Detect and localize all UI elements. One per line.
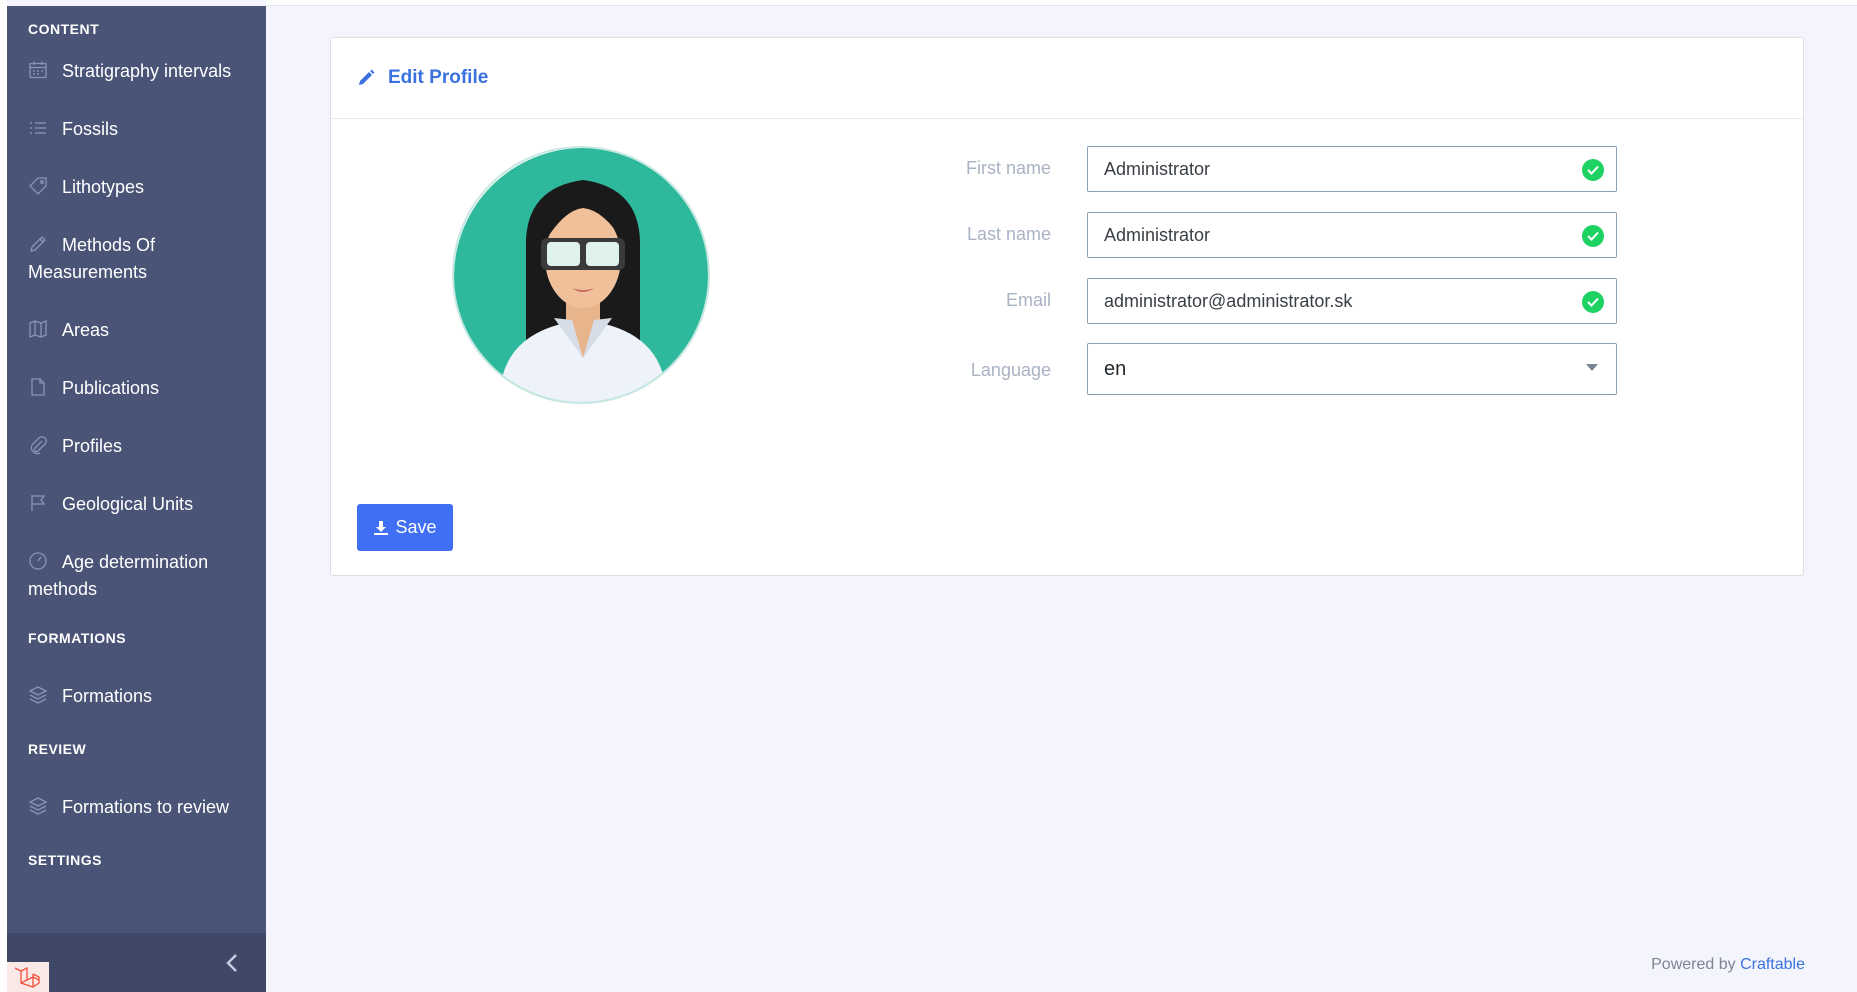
laravel-logo [7,962,49,992]
sidebar-section-content-title: CONTENT [28,21,100,37]
map-icon [28,319,48,339]
edit-profile-card: Edit Profile First name Administrator La… [330,37,1804,576]
paperclip-icon [28,435,48,455]
sidebar-item-label: Age determination methods [28,552,209,599]
sidebar-item-lithotypes[interactable]: Lithotypes [7,174,266,201]
sidebar-item-label: Profiles [62,436,123,456]
sidebar-item-fossils[interactable]: Fossils [7,116,266,143]
download-icon [374,520,389,535]
card-header: Edit Profile [331,38,1803,119]
language-label: Language [970,360,1051,380]
footer-craftable-link[interactable]: Craftable [1740,956,1805,973]
last-name-label: Last name [966,224,1051,244]
sidebar-item-stratigraphy-intervals[interactable]: Stratigraphy intervals [7,58,266,85]
footer-powered-by: Powered by [1651,956,1736,973]
chevron-left-icon [226,954,237,972]
pencil-icon [28,234,48,254]
first-name-field-wrapper [1087,146,1617,192]
save-button-label: Save [395,517,437,537]
sidebar-item-label: Geological Units [62,494,194,514]
sidebar-item-label: Fossils [62,119,119,139]
list-icon [28,118,48,138]
footer: Powered by Craftable [1651,956,1805,974]
sidebar-item-label: Stratigraphy intervals [62,61,232,81]
page-title: Edit Profile [388,67,489,88]
sidebar-item-methods-of-measurements[interactable]: Methods Of Measurements [7,232,266,286]
pencil-icon [357,69,375,87]
sidebar-section-review-title: REVIEW [28,741,87,757]
sidebar-item-age-determination-methods[interactable]: Age determination methods [7,549,266,603]
avatar[interactable] [452,146,710,404]
top-header-bar [266,0,1857,6]
sidebar-item-label: Areas [62,320,110,340]
last-name-field-wrapper [1087,212,1617,258]
sidebar-item-geological-units[interactable]: Geological Units [7,491,266,518]
speedometer-icon [28,551,48,571]
sidebar-item-areas[interactable]: Areas [7,317,266,344]
save-button[interactable]: Save [357,504,453,551]
language-select-value: en [1104,357,1127,380]
sidebar-section-settings-title: SETTINGS [28,852,103,868]
email-label: Email [1005,290,1051,310]
last-name-field[interactable] [1104,224,1564,246]
sidebar-collapse-button[interactable] [218,949,246,977]
sidebar-item-formations[interactable]: Formations [7,683,266,710]
left-edge-strip [0,0,7,992]
flag-icon [28,493,48,513]
language-select[interactable]: en [1087,343,1617,395]
valid-check-icon [1582,225,1604,247]
calendar-icon [28,60,48,80]
sidebar-item-profiles[interactable]: Profiles [7,433,266,460]
sidebar-item-publications[interactable]: Publications [7,375,266,402]
layers-icon [28,796,48,816]
sidebar-item-label: Formations to review [62,797,230,817]
sidebar-item-label: Publications [62,378,160,398]
email-field-wrapper [1087,278,1617,324]
first-name-field[interactable] [1104,158,1564,180]
email-field[interactable] [1104,290,1564,312]
sidebar: CONTENT Stratigraphy intervals Fossils L… [7,6,266,992]
sidebar-item-formations-to-review[interactable]: Formations to review [7,794,266,821]
laravel-logo-icon [14,966,40,988]
chevron-down-icon [1586,364,1598,371]
sidebar-item-label: Lithotypes [62,177,145,197]
valid-check-icon [1582,159,1604,181]
valid-check-icon [1582,291,1604,313]
tag-icon [28,176,48,196]
layers-icon [28,685,48,705]
sidebar-section-formations-title: FORMATIONS [28,630,127,646]
first-name-label: First name [965,158,1051,178]
document-icon [28,377,48,397]
sidebar-item-label: Formations [62,686,153,706]
